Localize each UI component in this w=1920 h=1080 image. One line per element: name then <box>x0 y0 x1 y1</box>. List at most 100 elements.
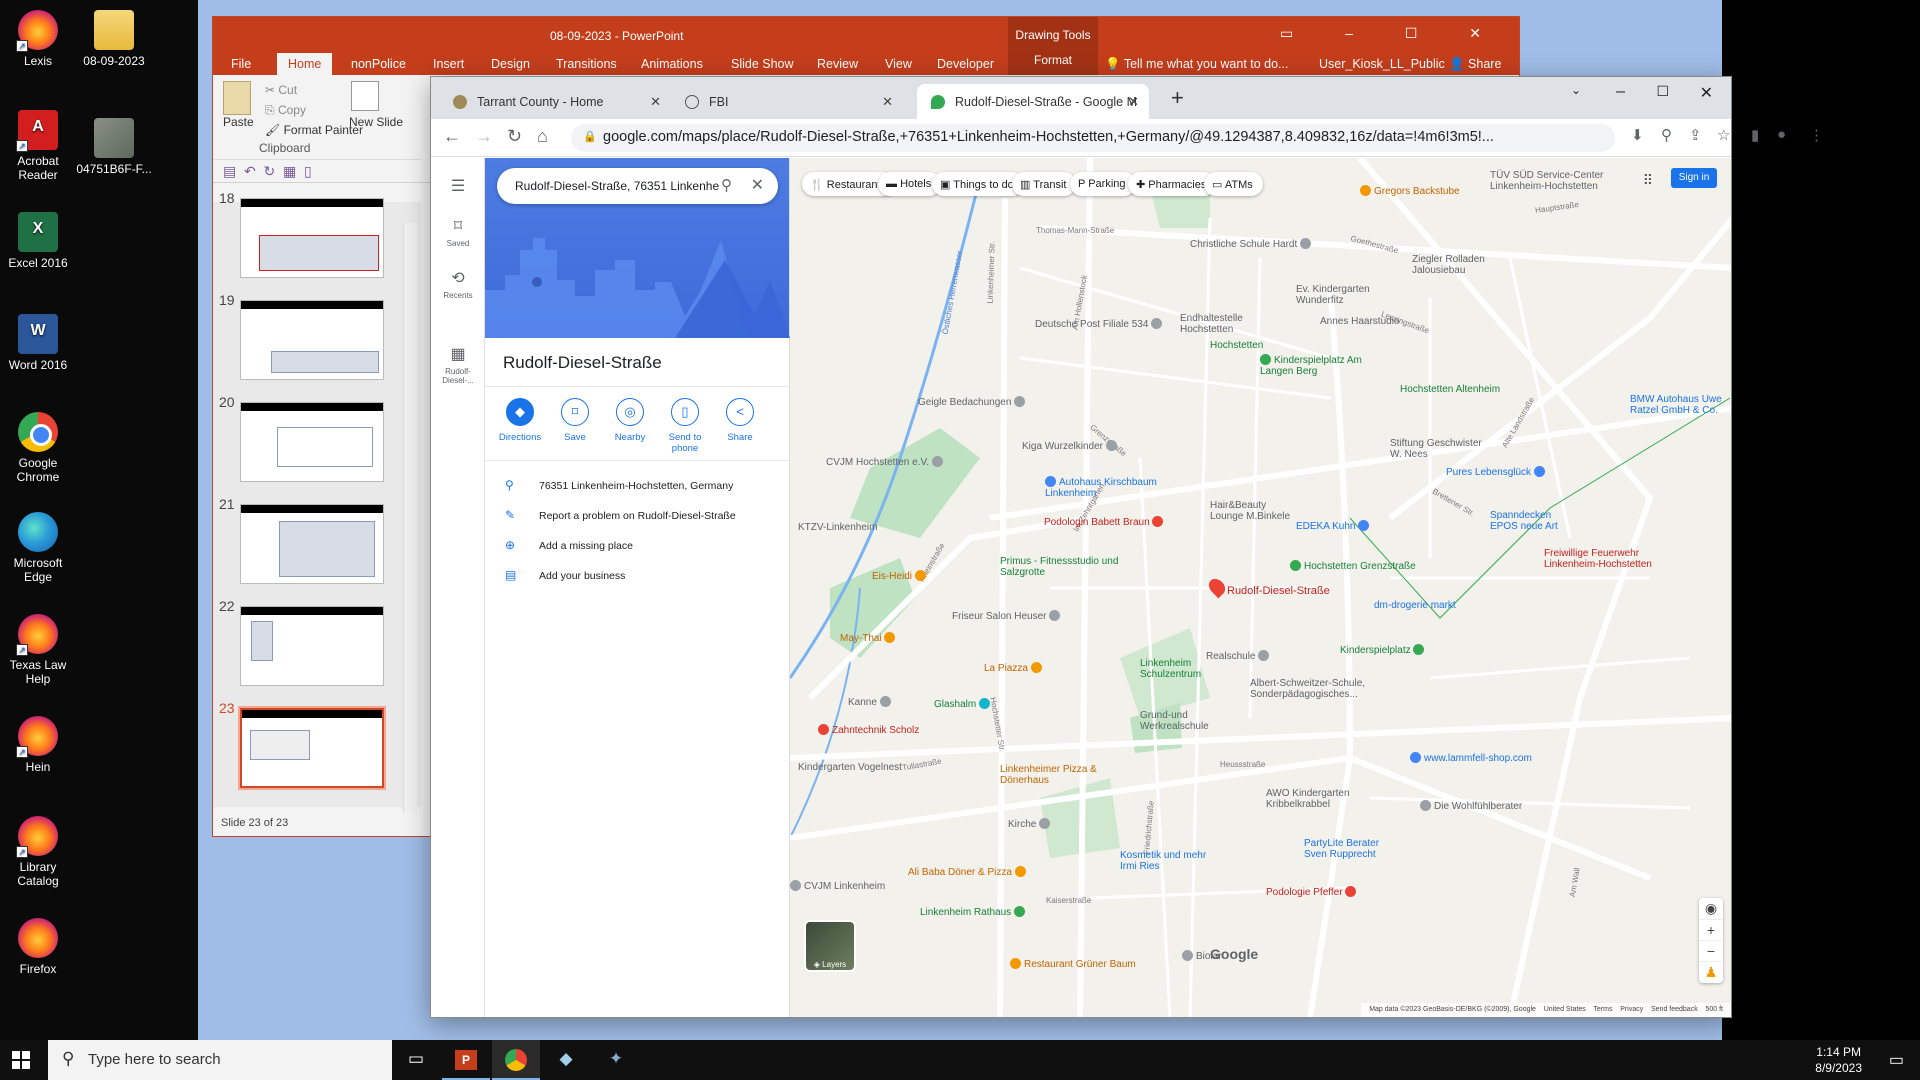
map-poi[interactable]: Christliche Schule Hardt <box>1190 238 1314 250</box>
nearby-button[interactable]: ◎ Nearby <box>602 398 658 443</box>
share-button[interactable]: < Share <box>712 398 768 443</box>
scale-bar[interactable]: 500 ft <box>1705 1006 1723 1013</box>
bookmark-star-icon[interactable]: ☆ <box>1717 126 1730 144</box>
taskbar-powerpoint[interactable]: P <box>442 1040 490 1080</box>
desktop-icon-acrobat[interactable]: A ↗ Acrobat Reader <box>0 110 76 182</box>
close-icon[interactable]: ✕ <box>751 175 764 195</box>
paste-icon[interactable] <box>223 81 251 115</box>
extension-icon[interactable]: ⬇ <box>1631 126 1644 144</box>
map-poi[interactable]: Deutsche Post Filiale 534 <box>1035 318 1165 330</box>
map-poi[interactable]: AWO Kindergarten Kribbelkrabbel <box>1266 788 1376 810</box>
desktop-icon-library-catalog[interactable]: ↗ Library Catalog <box>0 816 76 888</box>
map-poi[interactable]: www.lammfell-shop.com <box>1410 752 1532 764</box>
map-poi[interactable]: Spanndecken EPOS neue Art <box>1490 510 1570 532</box>
profile-icon[interactable]: ● <box>1777 126 1786 143</box>
map-poi[interactable]: Linkenheim Schulzentrum <box>1140 658 1220 680</box>
chip-things-to-do[interactable]: ▣ Things to do <box>932 172 1024 196</box>
tab-insert[interactable]: Insert <box>433 57 464 71</box>
rail-saved[interactable]: ⌑ Saved <box>431 216 485 248</box>
slide-thumbnail[interactable] <box>240 606 384 686</box>
map-poi[interactable]: Ali Baba Döner & Pizza <box>908 866 1029 878</box>
forward-icon[interactable]: → <box>475 126 493 147</box>
map-poi[interactable]: Annes Haarstudio <box>1320 316 1400 327</box>
close-icon[interactable]: ✕ <box>650 94 661 110</box>
directions-button[interactable]: ◆ Directions <box>492 398 548 443</box>
selected-place-marker[interactable]: Rudolf-Diesel-Straße <box>1205 575 1330 599</box>
tab-animations[interactable]: Animations <box>641 57 703 71</box>
add-business-row[interactable]: ▤ Add your business <box>505 568 625 582</box>
report-problem-row[interactable]: ✎ Report a problem on Rudolf-Diesel-Straß… <box>505 508 736 522</box>
menu-icon[interactable]: ☰ <box>431 176 485 196</box>
map-poi[interactable]: Primus - Fitnessstudio und Salzgrotte <box>1000 556 1120 578</box>
search-input[interactable]: Rudolf-Diesel-Straße, 76351 Linkenhe ⚲ ✕ <box>497 168 778 204</box>
slide-thumbnail-selected[interactable] <box>238 706 386 790</box>
pegman-icon[interactable]: ♟ <box>1699 961 1723 983</box>
window-controls[interactable]: ▭ – ☐ ✕ <box>1280 25 1505 42</box>
minimize-button[interactable]: – <box>1616 83 1625 101</box>
notification-icon[interactable]: ▭ <box>1889 1050 1904 1070</box>
share-button[interactable]: 👤 Share <box>1449 57 1501 72</box>
map-poi[interactable]: La Piazza <box>984 662 1045 674</box>
map-canvas[interactable]: 🍴 Restaurants ▬ Hotels ▣ Things to do ▥ … <box>790 158 1731 1017</box>
reload-icon[interactable]: ↻ <box>507 126 522 147</box>
region-link[interactable]: United States <box>1544 1006 1586 1013</box>
desktop-icon-word[interactable]: W Word 2016 <box>0 314 76 372</box>
map-poi[interactable]: Gregors Backstube <box>1360 185 1460 197</box>
tab-nonpolice[interactable]: nonPolice <box>351 57 406 71</box>
taskbar-search-box[interactable]: ⚲ Type here to search <box>48 1040 392 1080</box>
map-poi[interactable]: Autohaus Kirschbaum Linkenheim <box>1045 476 1165 499</box>
sign-in-button[interactable]: Sign in <box>1671 168 1717 188</box>
terms-link[interactable]: Terms <box>1593 1006 1612 1013</box>
tab-view[interactable]: View <box>885 57 912 71</box>
close-icon[interactable]: ✕ <box>882 94 893 110</box>
map-poi[interactable]: Grund-und Werkrealschule <box>1140 710 1220 732</box>
tab-format[interactable]: Format <box>1008 42 1098 67</box>
map-poi[interactable]: TÜV SÜD Service-Center Linkenheim-Hochst… <box>1490 170 1620 192</box>
map-poi[interactable]: Ziegler Rolladen Jalousiebau <box>1412 254 1522 276</box>
map-poi[interactable]: Eis-Heidi <box>872 570 929 582</box>
home-icon[interactable]: ⌂ <box>537 126 548 147</box>
save-button[interactable]: ⌑ Save <box>547 398 603 443</box>
maximize-button[interactable]: ☐ <box>1656 83 1669 100</box>
chrome-window[interactable]: Tarrant County - Home ✕ FBI ✕ Rudolf-Diese… <box>430 76 1824 1018</box>
slides-scrollbar[interactable] <box>403 223 417 813</box>
map-poi[interactable]: Pures Lebensglück <box>1446 466 1548 478</box>
map-poi[interactable]: PartyLite Berater Sven Rupprecht <box>1304 838 1404 860</box>
cut-button[interactable]: ✂ Cut <box>265 83 297 97</box>
map-poi[interactable]: Albert-Schweitzer-Schule, Sonderpädagogi… <box>1250 678 1390 700</box>
desktop-icon-edge[interactable]: Microsoft Edge <box>0 512 76 584</box>
system-clock[interactable]: 1:14 PM 8/9/2023 <box>1815 1044 1862 1076</box>
rail-recent-place[interactable]: ▦ Rudolf-Diesel-... <box>431 344 485 385</box>
map-poi[interactable]: Kinderspielplatz Am Langen Berg <box>1260 354 1370 377</box>
tab-design[interactable]: Design <box>491 57 530 71</box>
send-feedback-link[interactable]: Send feedback <box>1651 1006 1698 1013</box>
slide-thumbnail[interactable] <box>240 504 384 584</box>
map-poi[interactable]: dm-drogerie markt <box>1374 600 1456 611</box>
share-icon[interactable]: ⇪ <box>1689 126 1702 144</box>
my-location-icon[interactable]: ◉ <box>1699 898 1723 919</box>
tab-fbi[interactable]: FBI ✕ <box>671 84 903 119</box>
desktop-icon-photo[interactable]: 04751B6F-F... <box>76 118 152 176</box>
tab-file[interactable]: File <box>231 57 251 71</box>
tab-tarrant-county[interactable]: Tarrant County - Home ✕ <box>439 84 671 119</box>
map-poi[interactable]: Hair&Beauty Lounge M.Binkele <box>1210 500 1300 522</box>
slide-thumbnail[interactable] <box>240 300 384 380</box>
map-poi[interactable]: Hochstetten Grenzstraße <box>1290 560 1416 572</box>
tab-google-maps[interactable]: Rudolf-Diesel-Straße - Google M ✕ <box>917 84 1149 119</box>
desktop-icon-chrome[interactable]: Google Chrome <box>0 412 76 484</box>
map-poi[interactable]: Kiga Wurzelkinder <box>1022 440 1120 452</box>
map-poi[interactable]: Kindergarten Vogelnest <box>798 762 902 773</box>
map-poi[interactable]: EDEKA Kuhn <box>1296 520 1372 532</box>
new-slide-icon[interactable] <box>351 81 379 111</box>
map-poi[interactable]: Friseur Salon Heuser <box>952 610 1063 622</box>
zoom-out-button[interactable]: − <box>1699 940 1723 961</box>
tab-home[interactable]: Home <box>277 53 333 75</box>
side-panel-icon[interactable]: ▮ <box>1751 126 1759 144</box>
slide-thumbnail[interactable] <box>240 198 384 278</box>
map-poi[interactable]: Geigle Bedachungen <box>918 396 1028 408</box>
privacy-link[interactable]: Privacy <box>1620 1006 1643 1013</box>
map-poi[interactable]: Restaurant Grüner Baum <box>1010 958 1136 970</box>
map-poi[interactable]: Linkenheimer Pizza & Dönerhaus <box>1000 764 1100 786</box>
map-poi[interactable]: Die Wohlfühlberater <box>1420 800 1522 812</box>
map-poi[interactable]: Linkenheim Rathaus <box>920 906 1028 918</box>
